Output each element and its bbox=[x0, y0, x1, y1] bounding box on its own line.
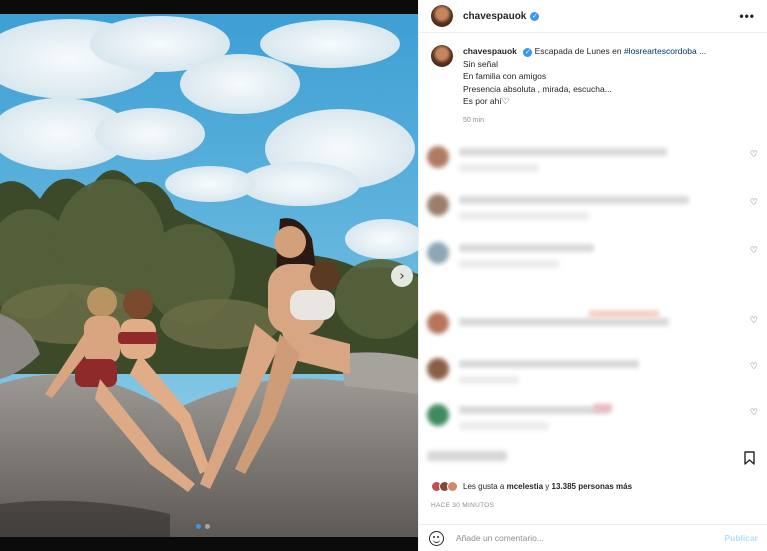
caption-line: Presencia absoluta , mirada, escucha... bbox=[463, 83, 612, 94]
post-media[interactable]: › bbox=[0, 0, 418, 551]
comment-like-icon[interactable]: ♡ bbox=[750, 408, 758, 418]
comment-like-icon[interactable]: ♡ bbox=[750, 198, 758, 208]
carousel-dot bbox=[205, 524, 210, 529]
save-bookmark-icon[interactable] bbox=[744, 451, 755, 465]
caption-hashtag[interactable]: #losreartescordoba ... bbox=[624, 46, 706, 56]
comment-item: ♡ bbox=[419, 398, 767, 438]
caption-line: En familia con amigos bbox=[463, 71, 547, 81]
post-sidebar: chavespauok ✓ ••• chavespauok ✓ Escapada… bbox=[418, 0, 767, 551]
comment-text-blurred bbox=[459, 422, 549, 430]
top-border bbox=[0, 0, 418, 14]
caption-time[interactable]: 50 min bbox=[463, 115, 706, 128]
comment-item: ♡ bbox=[419, 352, 767, 392]
caption-username[interactable]: chavespauok bbox=[463, 46, 517, 56]
comment-item: ♡ bbox=[419, 140, 767, 180]
author-avatar[interactable] bbox=[431, 5, 453, 27]
comment-text-blurred bbox=[459, 318, 669, 326]
emoji-icon[interactable] bbox=[429, 530, 444, 546]
comment-like-icon[interactable]: ♡ bbox=[750, 150, 758, 160]
verified-badge-icon: ✓ bbox=[530, 11, 540, 21]
post-photo[interactable] bbox=[0, 14, 418, 537]
likes-count[interactable]: 13.385 bbox=[552, 482, 576, 491]
comment-avatar bbox=[427, 312, 449, 334]
comment-text-blurred bbox=[594, 404, 612, 412]
bottom-border bbox=[0, 537, 418, 551]
comment-text-blurred bbox=[459, 244, 594, 252]
next-slide-button[interactable]: › bbox=[391, 265, 413, 287]
caption-avatar[interactable] bbox=[431, 45, 453, 67]
publish-button[interactable]: Publicar bbox=[724, 533, 758, 543]
comment-avatar bbox=[427, 194, 449, 216]
post-header: chavespauok ✓ ••• bbox=[419, 0, 767, 33]
post-caption: chavespauok ✓ Escapada de Lunes en #losr… bbox=[419, 33, 767, 127]
comment-like-icon[interactable]: ♡ bbox=[750, 316, 758, 326]
comment-avatar bbox=[427, 404, 449, 426]
comment-text-blurred bbox=[459, 148, 667, 156]
comment-text-blurred bbox=[459, 376, 519, 384]
more-options-icon[interactable]: ••• bbox=[739, 9, 755, 23]
comment-item: ♡ bbox=[419, 188, 767, 228]
carousel-indicator bbox=[196, 524, 210, 529]
comment-text-blurred bbox=[459, 260, 559, 268]
post-timestamp[interactable]: HACE 30 MINUTOS bbox=[431, 502, 494, 509]
action-icons-blurred[interactable] bbox=[427, 447, 517, 467]
comment-text-blurred bbox=[459, 212, 589, 220]
comment-text-blurred bbox=[459, 196, 689, 204]
comment-avatar bbox=[427, 358, 449, 380]
likes-summary[interactable]: Les gusta a mcelestia y 13.385 personas … bbox=[431, 481, 632, 492]
author-username[interactable]: chavespauok bbox=[463, 11, 526, 22]
comment-input[interactable] bbox=[456, 533, 696, 543]
caption-heart-icon: ♡ bbox=[501, 97, 510, 107]
liker-username[interactable]: mcelestia bbox=[507, 482, 543, 491]
comment-text-blurred bbox=[589, 310, 659, 318]
liker-avatar bbox=[447, 481, 458, 492]
comment-text-blurred bbox=[459, 360, 639, 368]
comment-text-blurred bbox=[459, 164, 539, 172]
verified-badge-icon: ✓ bbox=[523, 47, 533, 57]
comment-avatar bbox=[427, 242, 449, 264]
comment-text-blurred bbox=[459, 406, 609, 414]
comment-like-icon[interactable]: ♡ bbox=[750, 246, 758, 256]
comment-item: ♡ bbox=[419, 306, 767, 346]
caption-intro: Escapada de Lunes en bbox=[534, 46, 624, 56]
comment-like-icon[interactable]: ♡ bbox=[750, 362, 758, 372]
photo-illustration bbox=[0, 14, 418, 537]
caption-line: Es por ahí bbox=[463, 96, 502, 106]
likes-text[interactable]: Les gusta a mcelestia y 13.385 personas … bbox=[463, 482, 632, 491]
comment-avatar bbox=[427, 146, 449, 168]
carousel-dot-active bbox=[196, 524, 201, 529]
comment-item: ♡ bbox=[419, 236, 767, 276]
add-comment-bar: Publicar bbox=[419, 524, 767, 551]
caption-line: Sin señal bbox=[463, 58, 498, 69]
